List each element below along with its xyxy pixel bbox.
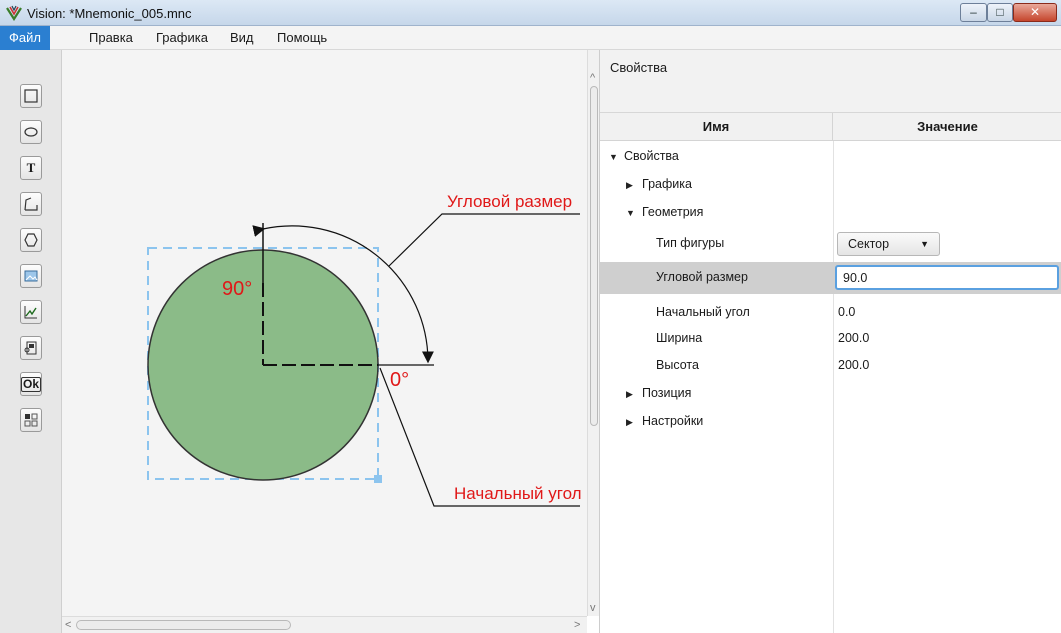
polyline-tool[interactable] — [20, 192, 42, 216]
property-height[interactable]: Высота 200.0 — [600, 353, 1061, 379]
polyline-icon — [24, 197, 38, 211]
resize-handle[interactable] — [374, 475, 382, 483]
maximize-icon: □ — [996, 5, 1004, 19]
angular-size-input[interactable]: 90.0 — [835, 265, 1059, 290]
image-tool[interactable] — [20, 264, 42, 288]
tree-row-geometry[interactable]: ▼ Геометрия — [600, 200, 1061, 226]
widget-icon — [24, 413, 38, 427]
menu-edit[interactable]: Правка — [80, 26, 142, 50]
ellipse-icon — [24, 127, 38, 137]
tree-label: Графика — [642, 177, 692, 191]
property-width[interactable]: Ширина 200.0 — [600, 326, 1061, 352]
close-icon: ✕ — [1029, 5, 1041, 19]
start-angle-annotation: Начальный угол — [454, 484, 582, 503]
vertical-scrollbar[interactable]: ^ v — [587, 50, 599, 616]
property-shape-type[interactable]: Тип фигуры Сектор ▼ — [600, 228, 1061, 260]
close-button[interactable]: ✕ — [1013, 3, 1057, 22]
tree-label: Настройки — [642, 414, 704, 428]
menu-file[interactable]: Файл — [0, 26, 50, 50]
scroll-down-icon[interactable]: v — [590, 602, 596, 614]
chart-tool[interactable] — [20, 300, 42, 324]
menu-bar: Файл Правка Графика Вид Помощь — [0, 26, 1061, 50]
column-value[interactable]: Значение — [833, 113, 1061, 141]
property-label: Тип фигуры — [656, 236, 725, 250]
property-label: Ширина — [656, 331, 703, 345]
tree-row-settings[interactable]: ▶ Настройки — [600, 409, 1061, 435]
menu-view[interactable]: Вид — [221, 26, 263, 50]
property-value[interactable]: 200.0 — [838, 358, 869, 372]
tree-label: Геометрия — [642, 205, 704, 219]
tree-label: Свойства — [624, 149, 679, 163]
minimize-button[interactable]: – — [960, 3, 987, 22]
scroll-up-icon[interactable]: ^ — [590, 72, 595, 84]
property-value[interactable]: 0.0 — [838, 305, 855, 319]
properties-column-header: Имя Значение — [600, 113, 1061, 141]
menu-graphics[interactable]: Графика — [147, 26, 217, 50]
rectangle-tool[interactable] — [20, 84, 42, 108]
maximize-button[interactable]: □ — [987, 3, 1013, 22]
properties-title: Свойства — [610, 60, 668, 75]
horizontal-scroll-thumb[interactable] — [76, 620, 291, 630]
property-start-angle[interactable]: Начальный угол 0.0 — [600, 300, 1061, 326]
polygon-icon — [24, 233, 38, 247]
property-label: Угловой размер — [656, 270, 748, 284]
menu-help[interactable]: Помощь — [268, 26, 336, 50]
property-label: Начальный угол — [656, 305, 750, 319]
angular-size-annotation: Угловой размер — [447, 192, 572, 211]
input-value: 90.0 — [843, 271, 868, 285]
ellipse-tool[interactable] — [20, 120, 42, 144]
button-tool[interactable]: Ok — [20, 372, 42, 396]
properties-panel: Свойства Имя Значение ▼ Свойства ▶ Графи… — [599, 50, 1061, 633]
window-title: Vision: *Mnemonic_005.mnc — [27, 6, 192, 21]
polygon-tool[interactable] — [20, 228, 42, 252]
drawing-canvas[interactable]: Угловой размер Начальный угол 90° 0° — [62, 50, 587, 616]
expand-down-icon[interactable]: ▼ — [609, 152, 618, 162]
properties-header: Свойства — [600, 50, 1061, 113]
shape-type-dropdown[interactable]: Сектор ▼ — [837, 232, 940, 256]
chart-icon — [24, 306, 37, 319]
device-icon — [24, 341, 37, 355]
tools-palette: T Ok — [0, 50, 62, 633]
scroll-left-icon[interactable]: < — [65, 619, 71, 631]
app-logo-icon — [6, 5, 22, 21]
horizontal-scrollbar[interactable]: < > — [62, 616, 587, 633]
dropdown-value: Сектор — [848, 237, 890, 251]
canvas-drawing: Угловой размер Начальный угол 90° 0° — [147, 192, 582, 507]
scroll-right-icon[interactable]: > — [574, 619, 580, 631]
ok-button-icon: Ok — [21, 376, 42, 392]
widget-tool[interactable] — [20, 408, 42, 432]
device-tool[interactable] — [20, 336, 42, 360]
expand-right-icon[interactable]: ▶ — [626, 180, 633, 191]
tree-label: Позиция — [642, 386, 692, 400]
expand-right-icon[interactable]: ▶ — [626, 389, 633, 400]
property-angular-size[interactable]: Угловой размер 90.0 — [600, 262, 1061, 294]
expand-down-icon[interactable]: ▼ — [626, 208, 635, 218]
label-0-degrees: 0° — [390, 369, 409, 391]
minimize-icon: – — [970, 5, 977, 19]
angular-size-leader — [388, 213, 580, 267]
label-90-degrees: 90° — [222, 278, 252, 300]
image-icon — [24, 270, 38, 282]
property-value[interactable]: 200.0 — [838, 331, 869, 345]
property-label: Высота — [656, 358, 699, 372]
expand-right-icon[interactable]: ▶ — [626, 417, 633, 428]
vertical-scroll-thumb[interactable] — [590, 86, 598, 426]
column-name[interactable]: Имя — [600, 113, 833, 141]
chevron-down-icon: ▼ — [920, 239, 929, 249]
text-tool[interactable]: T — [20, 156, 42, 180]
tree-row-position[interactable]: ▶ Позиция — [600, 381, 1061, 407]
tree-row-graphics[interactable]: ▶ Графика — [600, 172, 1061, 198]
tree-row-properties[interactable]: ▼ Свойства — [600, 144, 1061, 170]
rectangle-icon — [24, 89, 38, 103]
title-bar: Vision: *Mnemonic_005.mnc – □ ✕ — [0, 0, 1061, 26]
text-icon: T — [26, 160, 36, 175]
